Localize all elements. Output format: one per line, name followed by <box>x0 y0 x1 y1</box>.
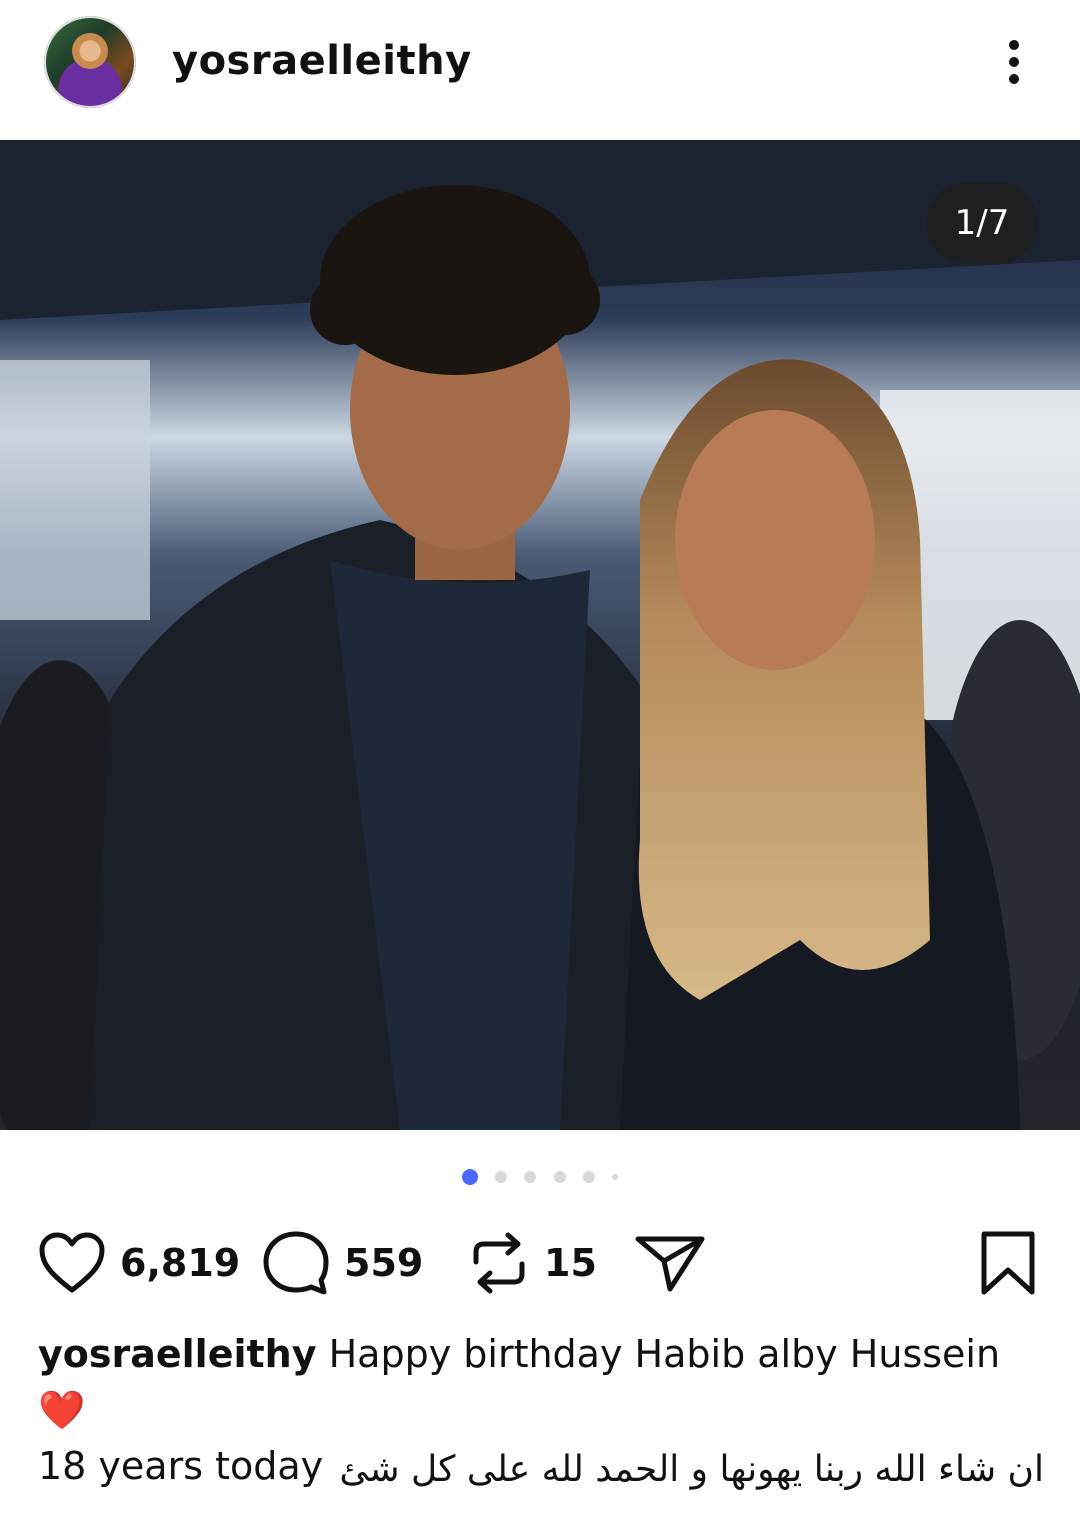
carousel-dot <box>582 1170 595 1183</box>
image-counter-badge: 1/7 <box>926 182 1038 264</box>
repost-icon[interactable] <box>468 1228 530 1298</box>
carousel-dot <box>553 1170 566 1183</box>
send-icon[interactable] <box>634 1231 706 1295</box>
like-count: 6,819 <box>120 1241 241 1285</box>
post-image[interactable]: 1/7 <box>0 140 1080 1130</box>
caption-username[interactable]: yosraelleithy <box>38 1332 317 1376</box>
comment-icon[interactable] <box>262 1230 330 1296</box>
caption-text: Happy birthday Habib alby Hussein <box>328 1332 1001 1376</box>
comment-count: 559 <box>344 1241 424 1285</box>
more-options-icon[interactable] <box>996 36 1032 92</box>
post-header: yosraelleithy <box>0 0 1080 140</box>
repost-count: 15 <box>544 1241 597 1285</box>
repost-button[interactable]: 15 <box>468 1218 597 1308</box>
photo-illustration <box>0 140 1080 1130</box>
like-button[interactable]: 6,819 <box>38 1218 240 1308</box>
red-heart-emoji: ❤️ <box>38 1388 86 1432</box>
carousel-dot-active <box>462 1168 479 1185</box>
carousel-dot <box>611 1173 618 1180</box>
bookmark-icon[interactable] <box>978 1230 1038 1296</box>
caption-arabic-text: ان شاء الله ربنا يهونها و الحمد لله على … <box>339 1449 1044 1490</box>
share-button[interactable] <box>634 1218 706 1308</box>
heart-icon[interactable] <box>38 1232 106 1294</box>
comment-button[interactable]: 559 <box>262 1218 423 1308</box>
carousel-indicator <box>0 1166 1080 1186</box>
username-label[interactable]: yosraelleithy <box>172 38 472 84</box>
carousel-dot <box>495 1170 508 1183</box>
save-button[interactable] <box>978 1218 1038 1308</box>
carousel-dot <box>524 1170 537 1183</box>
profile-avatar[interactable] <box>44 16 136 108</box>
action-bar: 6,819 559 15 <box>0 1218 1080 1308</box>
